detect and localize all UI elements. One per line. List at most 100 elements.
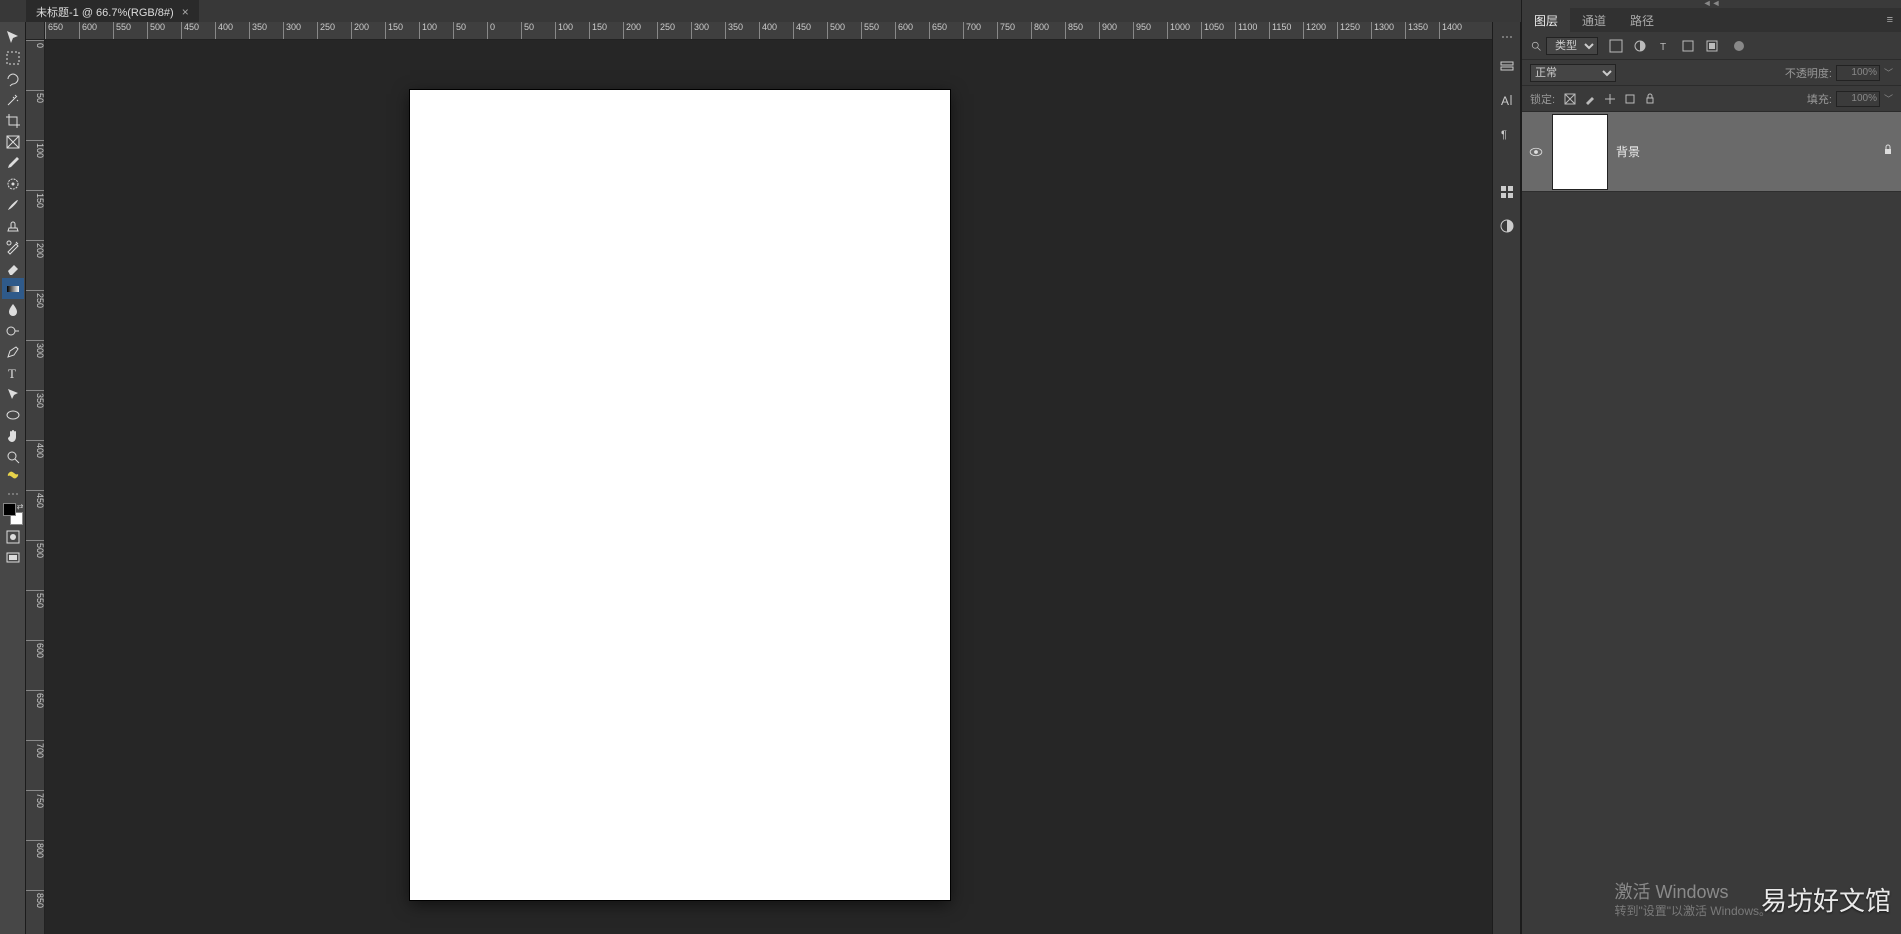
filter-smart-icon[interactable] (1704, 38, 1720, 54)
ruler-tick: 100 (555, 22, 573, 40)
zoom-tool[interactable] (2, 446, 24, 467)
screenmode-tool[interactable] (2, 547, 24, 568)
ruler-tick: 150 (589, 22, 607, 40)
search-icon (1530, 40, 1542, 52)
svg-text:T: T (8, 366, 16, 381)
swap-colors-icon[interactable]: ⇄ (17, 502, 24, 511)
ruler-tick: 1200 (1303, 22, 1326, 40)
ruler-tick: 250 (26, 290, 45, 308)
brush-tool[interactable] (2, 194, 24, 215)
ruler-tick: 1350 (1405, 22, 1428, 40)
magic-wand-tool[interactable] (2, 89, 24, 110)
history-icon[interactable] (1497, 56, 1517, 76)
lock-all-icon[interactable] (1643, 92, 1657, 106)
foreground-color-swatch[interactable] (3, 503, 16, 516)
dock-grip[interactable] (1498, 36, 1516, 40)
document-tab[interactable]: 未标题-1 @ 66.7%(RGB/8#) × (26, 0, 199, 22)
layer-list: 背景 (1522, 112, 1901, 934)
adjustments-icon[interactable] (1497, 216, 1517, 236)
eyedropper-tool[interactable] (2, 152, 24, 173)
ruler-tick: 700 (963, 22, 981, 40)
layer-row[interactable]: 背景 (1522, 112, 1901, 192)
ruler-tick: 1000 (1167, 22, 1190, 40)
filter-kind-select[interactable]: 类型 (1546, 37, 1598, 55)
ruler-tick: 150 (26, 190, 45, 208)
ruler-tick: 350 (249, 22, 267, 40)
lock-transparent-icon[interactable] (1563, 92, 1577, 106)
layer-lock-indicator[interactable] (1875, 144, 1901, 159)
ruler-tick: 100 (419, 22, 437, 40)
horizontal-ruler[interactable]: 6506005505004504003503002502001501005005… (45, 22, 1492, 40)
panel-menu-icon[interactable]: ≡ (1879, 14, 1901, 26)
layer-thumbnail[interactable] (1552, 114, 1608, 190)
lock-image-icon[interactable] (1583, 92, 1597, 106)
tab-channels[interactable]: 通道 (1570, 7, 1618, 34)
ruler-tick: 500 (827, 22, 845, 40)
blur-tool[interactable] (2, 299, 24, 320)
ruler-tick: 650 (929, 22, 947, 40)
character-icon[interactable]: A (1497, 90, 1517, 110)
clone-stamp-tool[interactable] (2, 215, 24, 236)
filter-pixel-icon[interactable] (1608, 38, 1624, 54)
ruler-tick: 800 (1031, 22, 1049, 40)
collapsed-panel-dock: A ¶ (1492, 22, 1521, 934)
color-swatches[interactable]: ⇄ (2, 502, 24, 526)
eraser-tool[interactable] (2, 257, 24, 278)
document-canvas[interactable] (410, 90, 950, 900)
ruler-tick: 900 (1099, 22, 1117, 40)
vertical-ruler[interactable]: 0501001502002503003504004505005506006507… (26, 40, 45, 934)
layer-filter-kind[interactable]: 类型 (1530, 37, 1598, 55)
svg-text:A: A (1501, 94, 1509, 108)
ruler-tick: 750 (997, 22, 1015, 40)
edit-toolbar[interactable] (2, 467, 24, 488)
tab-layers[interactable]: 图层 (1522, 7, 1570, 34)
tab-paths[interactable]: 路径 (1618, 7, 1666, 34)
ruler-tick: 950 (1133, 22, 1151, 40)
ruler-origin[interactable] (26, 22, 45, 40)
filter-shape-icon[interactable] (1680, 38, 1696, 54)
layer-lock-bar: 锁定: 填充: ﹀ (1522, 86, 1901, 112)
ruler-tick: 100 (26, 140, 45, 158)
lock-label: 锁定: (1530, 91, 1555, 107)
lasso-tool[interactable] (2, 68, 24, 89)
history-brush-tool[interactable] (2, 236, 24, 257)
ruler-tick: 550 (113, 22, 131, 40)
shape-tool[interactable] (2, 404, 24, 425)
quickmask-tool[interactable] (2, 526, 24, 547)
ruler-tick: 1400 (1439, 22, 1462, 40)
ruler-tick: 0 (487, 22, 495, 40)
close-icon[interactable]: × (182, 5, 189, 19)
canvas-viewport[interactable] (45, 40, 1492, 934)
ruler-tick: 600 (895, 22, 913, 40)
path-select-tool[interactable] (2, 383, 24, 404)
filter-toggle[interactable] (1734, 41, 1744, 51)
layer-name[interactable]: 背景 (1616, 143, 1875, 160)
gradient-tool[interactable] (2, 278, 24, 299)
ruler-tick: 250 (317, 22, 335, 40)
paragraph-icon[interactable]: ¶ (1497, 124, 1517, 144)
ruler-tick: 400 (215, 22, 233, 40)
move-tool[interactable] (2, 26, 24, 47)
dodge-tool[interactable] (2, 320, 24, 341)
marquee-tool[interactable] (2, 47, 24, 68)
fill-chevron-icon[interactable]: ﹀ (1884, 92, 1893, 105)
spot-heal-tool[interactable] (2, 173, 24, 194)
visibility-eye-icon[interactable] (1529, 147, 1543, 157)
crop-tool[interactable] (2, 110, 24, 131)
hand-tool[interactable] (2, 425, 24, 446)
pen-tool[interactable] (2, 341, 24, 362)
properties-icon[interactable] (1497, 182, 1517, 202)
filter-adjust-icon[interactable] (1632, 38, 1648, 54)
layer-filter-bar: 类型 T (1522, 32, 1901, 60)
opacity-chevron-icon[interactable]: ﹀ (1884, 66, 1893, 79)
filter-type-icon[interactable]: T (1656, 38, 1672, 54)
opacity-input[interactable] (1836, 65, 1880, 81)
lock-position-icon[interactable] (1603, 92, 1617, 106)
type-tool[interactable]: T (2, 362, 24, 383)
lock-artboard-icon[interactable] (1623, 92, 1637, 106)
fill-input[interactable] (1836, 91, 1880, 107)
frame-tool[interactable] (2, 131, 24, 152)
blend-mode-select[interactable]: 正常 (1530, 64, 1616, 82)
ruler-tick: 300 (283, 22, 301, 40)
ruler-tick: 250 (657, 22, 675, 40)
